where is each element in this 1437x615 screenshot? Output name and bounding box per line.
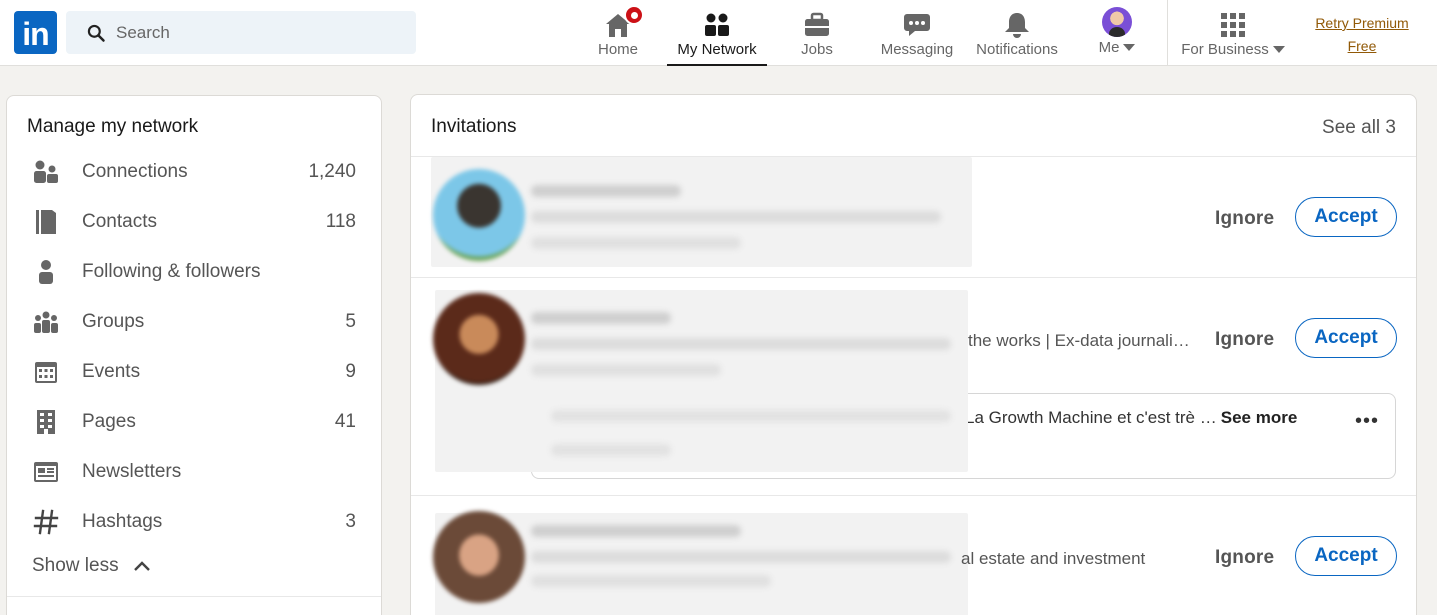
invitation-headline-visible: the works | Ex-data journali… [968, 331, 1190, 350]
network-item-count: 3 [345, 511, 356, 532]
nav-divider [1167, 0, 1168, 66]
contacts-book-icon [36, 210, 56, 234]
nav-jobs[interactable]: Jobs [790, 0, 844, 66]
network-item-connections[interactable]: Connections 1,240 [7, 147, 381, 197]
network-item-count: 118 [325, 211, 356, 232]
nav-for-business[interactable]: For Business [1180, 0, 1286, 66]
ignore-button[interactable]: Ignore [1215, 208, 1274, 230]
nav-my-network-label: My Network [677, 41, 757, 58]
see-more-link[interactable]: See more [1221, 408, 1298, 427]
avatar [1102, 7, 1132, 37]
accept-button[interactable]: Accept [1295, 536, 1397, 576]
search-icon [87, 24, 105, 42]
ignore-button[interactable]: Ignore [1215, 547, 1274, 569]
grid-icon [1221, 13, 1245, 37]
profile-photo[interactable] [433, 293, 525, 385]
network-item-groups[interactable]: Groups 5 [7, 297, 381, 347]
show-less-button[interactable]: Show less [32, 555, 151, 577]
nav-for-business-label: For Business [1181, 41, 1269, 58]
nav-my-network[interactable]: My Network [667, 0, 767, 66]
search-input[interactable] [116, 22, 396, 43]
network-item-events[interactable]: Events 9 [7, 347, 381, 397]
network-item-hashtags[interactable]: Hashtags 3 [7, 497, 381, 547]
chat-icon [904, 14, 930, 36]
building-icon [37, 410, 55, 434]
network-item-label: Groups [82, 311, 145, 332]
network-item-pages[interactable]: Pages 41 [7, 397, 381, 447]
profile-photo[interactable] [433, 169, 525, 261]
notification-badge [624, 5, 644, 25]
chevron-down-icon [1272, 46, 1285, 53]
nav-messaging-label: Messaging [880, 41, 954, 58]
retry-premium-link[interactable]: Retry Premium Free [1296, 12, 1428, 58]
bell-icon [1005, 13, 1029, 38]
linkedin-logo[interactable]: in [14, 11, 57, 54]
top-navigation-bar: in Home My Network [0, 0, 1437, 66]
person-icon [39, 260, 53, 284]
premium-line-1: Retry Premium [1315, 15, 1409, 31]
network-item-count: 1,240 [308, 161, 356, 182]
newspaper-icon [34, 462, 58, 482]
network-item-label: Connections [82, 161, 188, 182]
hashtag-icon [33, 509, 59, 535]
nav-notifications[interactable]: Notifications [972, 0, 1062, 66]
nav-jobs-label: Jobs [801, 41, 833, 58]
show-less-label: Show less [32, 555, 119, 576]
manage-network-title: Manage my network [27, 116, 199, 137]
nav-notifications-label: Notifications [976, 41, 1058, 58]
see-all-invitations-link[interactable]: See all 3 [1322, 117, 1396, 139]
accept-button[interactable]: Accept [1295, 197, 1397, 237]
chevron-up-icon [133, 561, 150, 571]
invitation-headline-visible: al estate and investment [961, 549, 1146, 568]
accept-button[interactable]: Accept [1295, 318, 1397, 358]
more-options-icon[interactable]: ••• [1355, 410, 1379, 433]
nav-me-label: Me [1098, 39, 1120, 56]
groups-icon [34, 311, 58, 333]
network-item-label: Hashtags [82, 511, 163, 532]
profile-photo[interactable] [433, 511, 525, 603]
network-item-count: 9 [345, 361, 356, 382]
network-item-count: 5 [345, 311, 356, 332]
manage-network-card: Manage my network Connections 1,240 Cont… [6, 95, 382, 615]
people-icon [705, 13, 729, 36]
invitation-message-text: La Growth Machine et c'est trè … [965, 408, 1217, 427]
network-item-newsletters[interactable]: Newsletters [7, 447, 381, 497]
divider [411, 495, 1416, 496]
divider [7, 596, 381, 597]
nav-messaging[interactable]: Messaging [877, 0, 957, 66]
premium-line-2: Free [1347, 38, 1377, 54]
invitations-card: Invitations See all 3 Ignore Accept La G… [410, 94, 1417, 615]
network-item-label: Contacts [82, 211, 157, 232]
chevron-down-icon [1123, 44, 1136, 51]
nav-home-label: Home [597, 41, 638, 58]
calendar-icon [35, 362, 57, 383]
network-item-label: Events [82, 361, 141, 382]
network-item-contacts[interactable]: Contacts 118 [7, 197, 381, 247]
network-item-label: Pages [82, 411, 136, 432]
nav-home[interactable]: Home [590, 0, 646, 66]
network-item-label: Following & followers [82, 261, 261, 282]
connections-icon [34, 160, 58, 183]
invitations-title: Invitations [431, 116, 517, 137]
network-item-count: 41 [334, 411, 356, 432]
ignore-button[interactable]: Ignore [1215, 329, 1274, 351]
network-item-label: Newsletters [82, 461, 182, 482]
search-bar[interactable] [66, 11, 416, 54]
nav-me[interactable]: Me [1090, 0, 1144, 66]
briefcase-icon [805, 12, 829, 36]
divider [411, 277, 1416, 278]
network-item-following-followers[interactable]: Following & followers [7, 247, 381, 297]
